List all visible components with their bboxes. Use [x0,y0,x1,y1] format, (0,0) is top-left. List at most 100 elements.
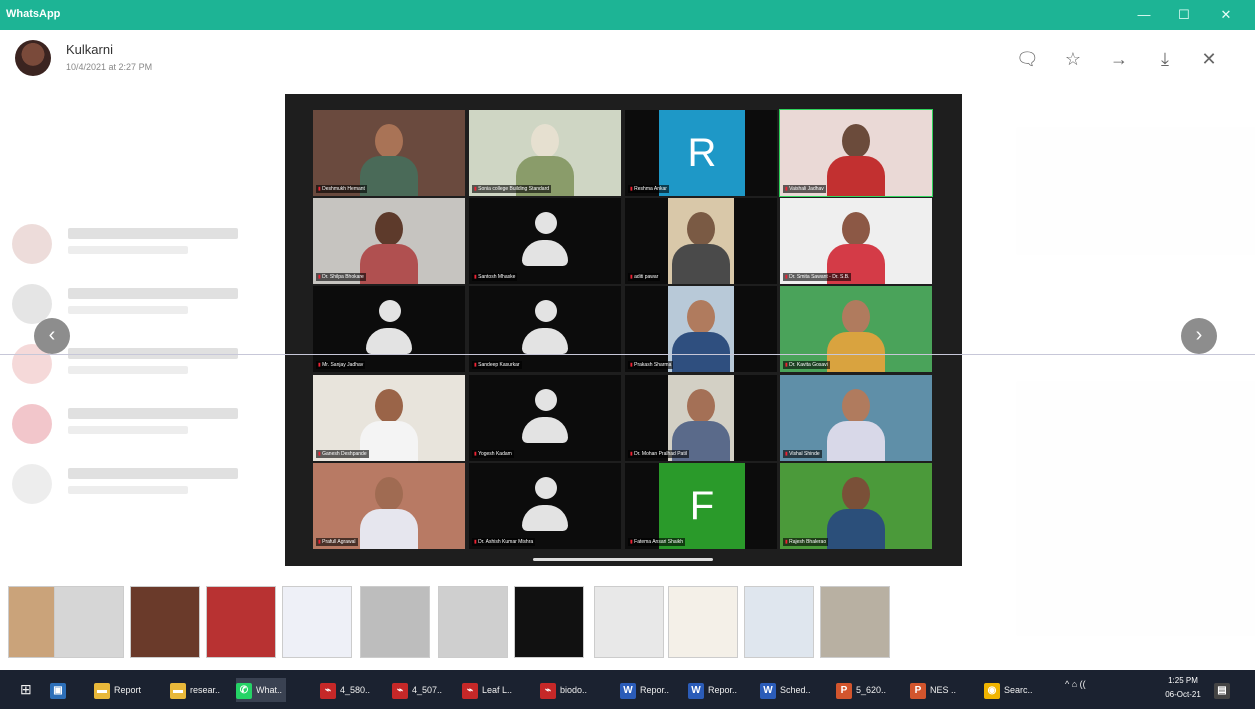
default-avatar-icon [522,300,568,360]
media-thumbnail[interactable] [668,586,738,658]
participant-tile: Dr. Mohan Pralhad Patil [625,375,777,461]
taskbar-app-label: biodo.. [560,685,588,695]
media-thumbnail[interactable] [438,586,508,658]
media-thumbnail[interactable] [820,586,890,658]
star-icon[interactable]: ☆ [1062,48,1084,70]
taskbar-app-label: What.. [256,685,283,695]
whatsapp-icon: ✆ [236,682,252,699]
previous-media-button[interactable]: ‹ [34,318,70,354]
taskbar-app-word[interactable]: W Repor.. [620,678,669,702]
list-item [12,400,282,446]
taskbar-app-ppt[interactable]: P 5_620.. [836,678,886,702]
participant-name: aditi pawar [628,273,661,281]
taskbar-app-label: resear.. [190,685,221,695]
taskbar-app-pdf[interactable]: ⌁ 4_580.. [320,678,370,702]
taskbar-app-label: Repor.. [640,685,670,695]
media-thumbnail[interactable] [54,586,124,658]
forward-icon[interactable]: → [1108,48,1130,70]
participant-video [780,375,932,461]
participant-name: Ganesh Deshpande [316,450,369,458]
close-window-button[interactable]: ✕ [1212,5,1240,25]
participant-name: Santosh Mhaske [472,273,518,281]
ppt-icon: P [910,682,926,699]
divider-line [0,354,1255,355]
participant-video [668,286,734,372]
default-avatar-icon [522,212,568,272]
taskbar-app-pdf[interactable]: ⌁ biodo.. [540,678,587,702]
taskbar-app-ppt[interactable]: P NES .. [910,678,956,702]
participant-name: Reshma Ankar [628,185,669,193]
taskbar-app-label: Sched.. [780,685,811,695]
next-media-button[interactable]: › [1181,318,1217,354]
participant-video [668,375,734,461]
clock-date: 06-Oct-21 [1165,690,1201,699]
media-thumbnail[interactable] [206,586,276,658]
media-thumbnail-strip [8,586,908,658]
taskbar-app-label: Repor.. [708,685,738,695]
participant-video [313,110,465,196]
taskbar-app-label: 4_580.. [340,685,371,695]
chrome-icon: ◉ [984,682,1000,699]
title-bar: WhatsApp — ☐ ✕ [0,0,1255,30]
close-icon[interactable]: ✕ [1198,48,1220,70]
participant-tile: Mr. Sanjay Jadhav [313,286,465,372]
taskbar-app-whatsapp[interactable]: ✆ What.. [236,678,287,702]
participant-video [313,198,465,284]
participant-tile: Yogesh Kadam [469,375,621,461]
media-thumbnail[interactable] [282,586,352,658]
taskbar-app-folder[interactable]: ▬ resear.. [170,678,220,702]
start-icon[interactable]: ⊞ [20,677,32,701]
message-timestamp: 10/4/2021 at 2:27 PM [66,62,153,72]
pdf-icon: ⌁ [540,682,556,699]
participant-tile: RReshma Ankar [625,110,777,196]
word-icon: W [688,682,704,699]
taskbar-app-chrome[interactable]: ◉ Searc.. [984,678,1033,702]
taskbar-app-word[interactable]: W Sched.. [760,678,811,702]
minimize-button[interactable]: — [1130,5,1158,25]
taskbar-app-pdf[interactable]: ⌁ 4_507.. [392,678,442,702]
participant-video [780,110,932,196]
pdf-icon: ⌁ [320,682,336,699]
participant-name: Dr. Kavita Gosavi [783,361,830,369]
system-tray-icons[interactable]: ^ ⌂ (( [1065,679,1086,689]
ppt-icon: P [836,682,852,699]
participant-name: Mr. Sanjay Jadhav [316,361,366,369]
maximize-button[interactable]: ☐ [1170,5,1198,25]
media-thumbnail[interactable] [744,586,814,658]
participant-tile: Sonia college Building Standard [469,110,621,196]
participant-video [313,463,465,549]
media-thumbnail[interactable] [594,586,664,658]
participant-name: Prafull Agrawal [316,538,358,546]
participant-video [469,110,621,196]
participant-name: Fatema Ansari Shaikh [628,538,686,546]
media-thumbnail[interactable] [360,586,430,658]
taskbar-app-word[interactable]: W Repor.. [688,678,737,702]
media-bottom-bar [533,558,713,561]
taskbar-app-pdf[interactable]: ⌁ Leaf L.. [462,678,512,702]
media-thumbnail[interactable] [514,586,584,658]
taskbar-clock[interactable]: 1:25 PM 06-Oct-21 [1160,674,1206,702]
taskbar-app-label: Leaf L.. [482,685,513,695]
participant-tile: Vaishali Jadhav [779,109,933,197]
default-avatar-icon [522,389,568,449]
sender-name: Kulkarni [66,42,113,57]
pdf-icon: ⌁ [392,682,408,699]
task-view-icon[interactable]: ▣ [50,678,70,702]
participant-tile: aditi pawar [625,198,777,284]
participant-tile: Dr. Kavita Gosavi [780,286,932,372]
taskbar-app-label: NES .. [930,685,957,695]
media-thumbnail[interactable] [130,586,200,658]
participant-name: Dr. Mohan Pralhad Patil [628,450,689,458]
default-avatar-icon [522,477,568,537]
taskbar-app-folder[interactable]: ▬ Report [94,678,141,702]
background-chat-list [0,110,300,610]
sender-avatar [15,40,51,76]
download-icon[interactable]: ⤓ [1154,48,1176,70]
list-item [12,220,282,266]
default-avatar-icon [366,300,412,360]
participant-tile: Ganesh Deshpande [313,375,465,461]
participant-name: Yogesh Kadam [472,450,514,458]
reply-icon[interactable]: 🗨 [1016,48,1039,70]
participant-tile: Dr. Smita Sawant - Dr. S.B. [780,198,932,284]
notifications-icon[interactable]: ▤ [1214,678,1234,702]
